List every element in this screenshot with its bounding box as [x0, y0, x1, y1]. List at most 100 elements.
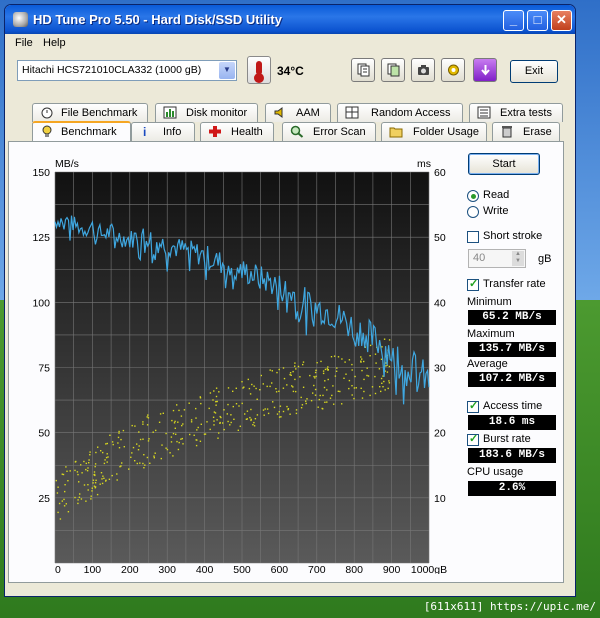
access-time-point: [176, 440, 178, 443]
right-axis-unit: ms: [417, 158, 431, 170]
menu-file[interactable]: File: [15, 37, 33, 49]
tab-folder-usage[interactable]: Folder Usage: [381, 122, 487, 141]
access-time-point: [269, 369, 271, 371]
access-time-point: [319, 394, 321, 397]
minimize-button[interactable]: _: [503, 10, 524, 31]
copy-text-icon: [357, 63, 370, 77]
access-time-point: [90, 495, 92, 497]
x-tick-label: 1000gB: [411, 564, 447, 574]
access-time-point: [351, 363, 353, 366]
access-time-point: [117, 442, 119, 444]
access-time-point: [310, 400, 313, 402]
access-time-point: [367, 375, 370, 377]
tab-health[interactable]: Health: [200, 122, 274, 141]
chevron-down-icon[interactable]: ▼: [219, 62, 235, 79]
write-radio[interactable]: [467, 206, 479, 218]
access-time-point: [85, 462, 87, 465]
burst-rate-checkbox[interactable]: ✓: [467, 433, 479, 446]
access-time-point: [101, 478, 103, 480]
info-icon: i: [143, 125, 146, 138]
access-time-point: [64, 484, 66, 486]
tab-extra-tests[interactable]: Extra tests: [469, 103, 563, 122]
access-time-point: [78, 496, 81, 498]
access-time-point: [388, 382, 391, 384]
close-button[interactable]: ✕: [551, 10, 572, 31]
access-time-point: [292, 370, 294, 373]
access-time-point: [116, 479, 118, 481]
tab-erase[interactable]: Erase: [492, 122, 560, 141]
temperature-readout: 34°C: [277, 64, 304, 78]
access-time-point: [118, 430, 120, 433]
title-bar[interactable]: HD Tune Pro 5.50 - Hard Disk/SSD Utility…: [5, 5, 575, 34]
access-time-point: [130, 456, 132, 458]
access-time-point: [165, 447, 167, 449]
screenshot-button[interactable]: [411, 58, 435, 82]
access-time-point: [195, 439, 197, 441]
tab-benchmark[interactable]: Benchmark: [32, 121, 131, 142]
access-time-point: [371, 386, 374, 388]
stopwatch-icon: [41, 107, 53, 119]
access-time-point: [335, 370, 338, 372]
access-time-point: [276, 371, 278, 374]
transfer-rate-checkbox[interactable]: ✓: [467, 278, 479, 291]
access-time-point: [65, 503, 67, 505]
access-time-point: [190, 419, 193, 421]
read-radio[interactable]: [467, 190, 479, 202]
access-time-point: [142, 423, 144, 425]
access-time-point: [195, 444, 198, 447]
stepper-arrows-icon[interactable]: ▲ ▼: [512, 251, 524, 266]
access-time-point: [302, 386, 305, 388]
access-time-point: [278, 416, 281, 418]
burst-rate-label: Burst rate: [483, 433, 531, 445]
access-time-point: [374, 375, 376, 378]
tab-label: Disk monitor: [186, 107, 248, 119]
access-time-point: [93, 485, 96, 487]
save-button[interactable]: [473, 58, 497, 82]
tab-aam[interactable]: AAM: [265, 103, 331, 122]
access-time-point: [144, 464, 146, 466]
tab-error-scan[interactable]: Error Scan: [282, 122, 376, 141]
access-time-point: [360, 361, 362, 363]
access-time-point: [334, 375, 337, 377]
options-button[interactable]: [441, 58, 465, 82]
tab-info[interactable]: i Info: [131, 122, 195, 141]
access-time-point: [106, 442, 108, 445]
copy-text-button[interactable]: [351, 58, 375, 82]
menu-file-label: File: [15, 37, 33, 49]
drive-select[interactable]: Hitachi HCS721010CLA332 (1000 gB) ▼: [17, 60, 237, 81]
app-icon: [13, 12, 28, 27]
access-time-point: [361, 358, 363, 360]
maximize-button[interactable]: □: [527, 10, 548, 31]
access-time-point: [271, 370, 273, 372]
access-time-point: [252, 424, 254, 426]
short-stroke-stepper[interactable]: 40 ▲ ▼: [468, 249, 526, 268]
short-stroke-checkbox[interactable]: [467, 231, 479, 243]
access-time-point: [142, 462, 144, 465]
copy-info-button[interactable]: [381, 58, 405, 82]
access-time-point: [189, 433, 191, 436]
exit-button[interactable]: Exit: [510, 60, 558, 83]
tab-disk-monitor[interactable]: Disk monitor: [155, 103, 258, 122]
access-time-point: [109, 434, 111, 436]
menu-help[interactable]: Help: [43, 37, 66, 49]
access-time-point: [178, 409, 180, 412]
tab-file-benchmark[interactable]: File Benchmark: [32, 103, 148, 122]
access-time-checkbox[interactable]: ✓: [467, 400, 479, 413]
access-time-point: [195, 407, 197, 410]
access-time-point: [329, 397, 332, 399]
list-icon: [477, 106, 491, 119]
access-time-point: [153, 457, 155, 459]
access-time-point: [146, 456, 149, 459]
access-time-point: [324, 401, 326, 403]
access-time-point: [214, 412, 217, 414]
tab-random-access[interactable]: Random Access: [337, 103, 463, 122]
right-y-tick-label: 40: [434, 297, 446, 309]
access-time-point: [381, 382, 383, 384]
access-time-point: [62, 473, 65, 476]
access-time-point: [314, 394, 317, 396]
access-time-point: [305, 400, 307, 402]
access-time-point: [173, 422, 176, 424]
access-time-point: [369, 355, 371, 357]
start-button[interactable]: Start: [468, 153, 540, 175]
access-time-point: [97, 446, 99, 448]
